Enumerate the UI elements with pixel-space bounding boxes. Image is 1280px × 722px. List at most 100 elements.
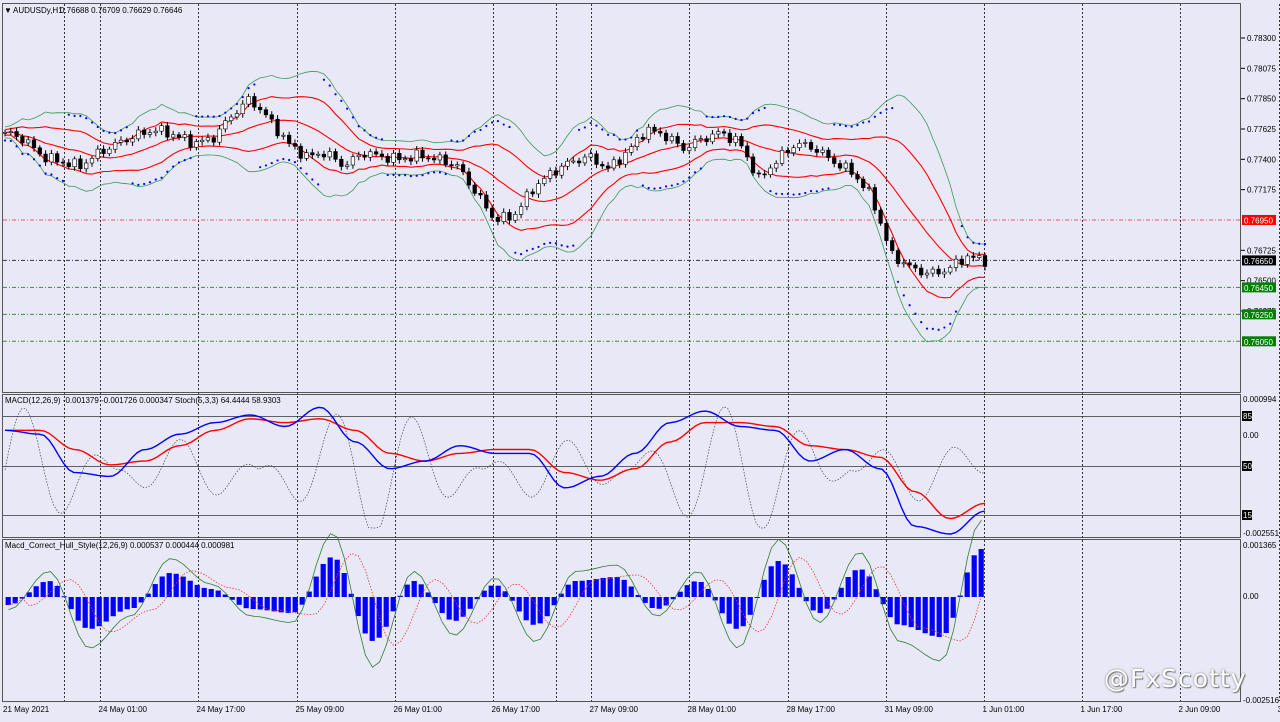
- histogram-bar: [552, 597, 557, 605]
- sar-dot: [294, 161, 296, 163]
- candle-body: [386, 156, 390, 162]
- histogram-bar: [272, 597, 277, 611]
- candle-body: [856, 174, 860, 179]
- candle-body: [392, 153, 396, 162]
- sar-dot: [15, 145, 17, 147]
- time-label: 28 May 01:00: [688, 705, 737, 714]
- collapse-arrow-icon[interactable]: ▼: [4, 6, 12, 15]
- candle-body: [131, 139, 135, 142]
- sar-dot: [102, 130, 104, 132]
- histogram-bar: [622, 580, 627, 597]
- sar-dot: [764, 107, 766, 109]
- candle-body: [786, 150, 790, 152]
- histogram-bar: [776, 561, 781, 597]
- sar-dot: [439, 171, 441, 173]
- sar-dot: [323, 79, 325, 81]
- histogram-bar: [447, 597, 452, 620]
- histogram-bar: [118, 597, 123, 612]
- candle-body: [838, 163, 842, 168]
- candle-body: [189, 135, 193, 148]
- sar-dot: [4, 139, 6, 141]
- candle-body: [177, 135, 181, 138]
- sar-dot: [932, 328, 934, 330]
- candle-body: [15, 132, 19, 137]
- histogram-bar: [608, 577, 613, 597]
- sar-dot: [213, 116, 215, 118]
- sar-dot: [700, 167, 702, 169]
- chart-window[interactable]: 0.783000.780750.778500.776250.774000.771…: [0, 0, 1280, 717]
- sar-dot: [485, 125, 487, 127]
- histogram-bar: [720, 597, 725, 613]
- sar-dot: [891, 107, 893, 109]
- sar-dot: [271, 162, 273, 164]
- candle-body: [258, 107, 262, 110]
- time-label: 24 May 17:00: [197, 705, 246, 714]
- sar-dot: [491, 121, 493, 123]
- sar-dot: [242, 96, 244, 98]
- sar-dot: [120, 129, 122, 131]
- histogram-bar: [384, 597, 389, 627]
- candle-body: [38, 148, 42, 154]
- histogram-bar: [76, 597, 81, 621]
- sar-dot: [410, 175, 412, 177]
- sar-dot: [143, 183, 145, 185]
- sar-dot: [218, 115, 220, 117]
- candle-body: [264, 110, 268, 115]
- candle-body: [600, 164, 604, 166]
- candle-body: [305, 153, 309, 159]
- price-level-label: 0.76450: [1244, 284, 1273, 293]
- histogram-bar: [601, 578, 606, 597]
- histogram-bar: [545, 597, 550, 616]
- sar-dot: [416, 175, 418, 177]
- candle-body: [357, 155, 361, 157]
- macd-stoch-label: MACD(12,26,9) -0.001379 -0.001726 0.0003…: [5, 396, 281, 405]
- histogram-bar: [888, 597, 893, 617]
- sar-dot: [456, 140, 458, 142]
- histogram-bar: [972, 555, 977, 597]
- sar-dot: [804, 192, 806, 194]
- sar-dot: [311, 178, 313, 180]
- candle-body: [531, 192, 535, 194]
- candle-body: [832, 158, 836, 164]
- macd-stoch-panel-frame: [3, 395, 1241, 538]
- sar-dot: [282, 158, 284, 160]
- sar-dot: [369, 134, 371, 136]
- sar-dot: [706, 115, 708, 117]
- sar-dot: [897, 281, 899, 283]
- sar-dot: [445, 173, 447, 175]
- price-level-label: 0.76250: [1244, 311, 1273, 320]
- price-tick-label: 0.78300: [1247, 34, 1276, 43]
- sar-dot: [329, 85, 331, 87]
- sar-dot: [845, 125, 847, 127]
- sar-dot: [920, 321, 922, 323]
- sar-dot: [479, 129, 481, 131]
- candle-body: [50, 154, 54, 162]
- sar-dot: [114, 132, 116, 134]
- candle-body: [456, 165, 460, 166]
- histogram-bar: [6, 597, 11, 605]
- candle-body: [108, 149, 112, 153]
- sar-dot: [665, 185, 667, 187]
- sar-dot: [735, 118, 737, 120]
- candle-body: [618, 160, 622, 164]
- candle-body: [345, 165, 349, 167]
- price-tick-label: 0.77850: [1247, 95, 1276, 104]
- histogram-bar: [685, 585, 690, 597]
- candle-body: [461, 165, 465, 172]
- candle-body: [270, 115, 274, 119]
- sar-dot: [503, 123, 505, 125]
- chart-canvas[interactable]: 0.783000.780750.778500.776250.774000.771…: [0, 0, 1280, 717]
- stoch-level-15: 15: [1242, 510, 1252, 520]
- candle-body: [229, 117, 233, 121]
- histogram-bar: [979, 549, 984, 597]
- sar-dot: [833, 123, 835, 125]
- candle-body: [212, 138, 216, 143]
- candle-body: [432, 158, 436, 160]
- histogram-bar: [356, 597, 361, 616]
- candle-body: [612, 160, 616, 168]
- candle-body: [519, 207, 523, 215]
- sar-dot: [253, 83, 255, 85]
- sar-dot: [769, 190, 771, 192]
- histogram-bar: [951, 597, 956, 618]
- candle-body: [334, 152, 338, 160]
